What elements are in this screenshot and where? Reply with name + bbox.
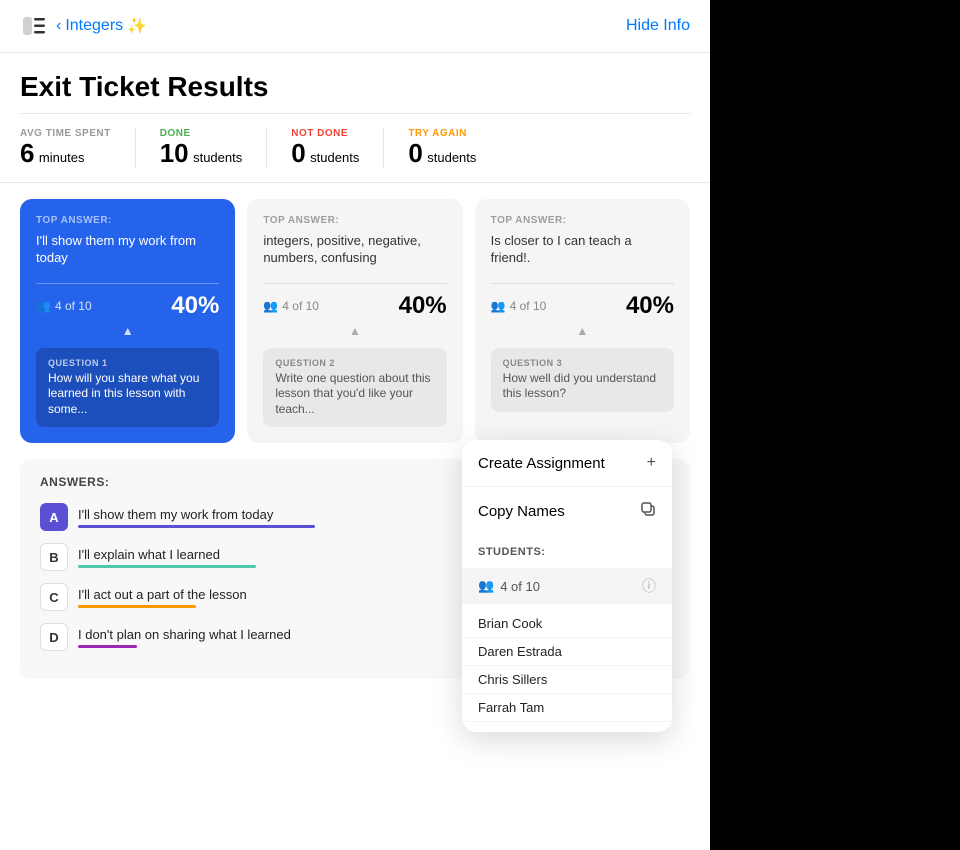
answer-a-bar bbox=[78, 525, 315, 528]
hide-info-button[interactable]: Hide Info bbox=[626, 17, 690, 35]
card1-percent: 40% bbox=[171, 292, 219, 320]
students-info-icon[interactable]: ⓘ bbox=[642, 576, 656, 596]
student-3-name: Chris Sillers bbox=[462, 666, 672, 694]
card2-divider bbox=[263, 283, 446, 284]
answer-b-label: I'll explain what I learned bbox=[78, 547, 220, 562]
stat-done: DONE 10 students bbox=[160, 128, 268, 168]
student-4-name: Farrah Tam bbox=[462, 694, 672, 722]
copy-names-item[interactable]: Copy Names bbox=[462, 487, 672, 536]
answer-d-bar bbox=[78, 645, 137, 648]
card3-footer: 👥 4 of 10 40% bbox=[491, 292, 674, 320]
card1-answer-text: I'll show them my work from today bbox=[36, 232, 219, 267]
answer-b-bar bbox=[78, 565, 256, 568]
nav-left: ‹ Integers ✨ bbox=[20, 12, 147, 40]
answer-letter-b: B bbox=[40, 543, 68, 571]
card2-top-answer-label: TOP ANSWER: bbox=[263, 215, 446, 226]
people-icon-3: 👥 bbox=[491, 299, 506, 313]
card1-question-bottom: QUESTION 1 How will you share what you l… bbox=[36, 348, 219, 428]
card2-student-count: 👥 4 of 10 bbox=[263, 299, 319, 313]
card3-caret: ▲ bbox=[491, 324, 674, 338]
stats-row: AVG TIME SPENT 6 minutes DONE 10 student… bbox=[0, 114, 710, 183]
students-section: STUDENTS: 👥 4 of 10 ⓘ Brian Cook Daren E… bbox=[462, 536, 672, 732]
card3-question-label: QUESTION 3 bbox=[503, 358, 662, 368]
student-1-name: Brian Cook bbox=[462, 610, 672, 638]
answer-c-label: I'll act out a part of the lesson bbox=[78, 587, 247, 602]
card1-divider bbox=[36, 283, 219, 284]
card3-question-bottom: QUESTION 3 How well did you understand t… bbox=[491, 348, 674, 412]
top-nav: ‹ Integers ✨ Hide Info bbox=[0, 0, 710, 53]
answer-c-bar bbox=[78, 605, 196, 608]
stat-avg-time: AVG TIME SPENT 6 minutes bbox=[20, 128, 136, 168]
back-link[interactable]: ‹ Integers ✨ bbox=[56, 16, 147, 36]
card1-footer: 👥 4 of 10 40% bbox=[36, 292, 219, 320]
students-people-icon: 👥 bbox=[478, 578, 494, 594]
card2-question-label: QUESTION 2 bbox=[275, 358, 434, 368]
card2-question-bottom: QUESTION 2 Write one question about this… bbox=[263, 348, 446, 428]
answer-d-label: I don't plan on sharing what I learned bbox=[78, 627, 291, 642]
card1-top-answer-label: TOP ANSWER: bbox=[36, 215, 219, 226]
card2-question-text: Write one question about this lesson tha… bbox=[275, 371, 434, 418]
answer-a-label: I'll show them my work from today bbox=[78, 507, 273, 522]
card3-percent: 40% bbox=[626, 292, 674, 320]
students-header: STUDENTS: bbox=[462, 536, 672, 568]
card2-answer-text: integers, positive, negative, numbers, c… bbox=[263, 232, 446, 267]
copy-names-icon bbox=[640, 501, 656, 522]
page-title: Exit Ticket Results bbox=[0, 53, 710, 113]
student-2-name: Daren Estrada bbox=[462, 638, 672, 666]
back-chevron-icon: ‹ bbox=[56, 17, 61, 35]
card1-student-count: 👥 4 of 10 bbox=[36, 299, 92, 313]
stat-avg-time-value: 6 minutes bbox=[20, 139, 111, 168]
sidebar-toggle-icon[interactable] bbox=[20, 12, 48, 40]
people-icon-2: 👥 bbox=[263, 299, 278, 313]
people-icon-1: 👥 bbox=[36, 299, 51, 313]
stat-not-done: NOT DONE 0 students bbox=[291, 128, 384, 168]
students-count-value: 4 of 10 bbox=[500, 579, 540, 594]
create-assignment-label: Create Assignment bbox=[478, 455, 605, 472]
card1-question-text: How will you share what you learned in t… bbox=[48, 371, 207, 418]
question-card-2[interactable]: TOP ANSWER: integers, positive, negative… bbox=[247, 199, 462, 444]
answer-letter-a: A bbox=[40, 503, 68, 531]
question-cards-row: TOP ANSWER: I'll show them my work from … bbox=[0, 183, 710, 444]
question-card-1[interactable]: TOP ANSWER: I'll show them my work from … bbox=[20, 199, 235, 444]
card3-student-count: 👥 4 of 10 bbox=[491, 299, 547, 313]
card3-top-answer-label: TOP ANSWER: bbox=[491, 215, 674, 226]
students-count-row: 👥 4 of 10 ⓘ bbox=[462, 568, 672, 604]
students-count-text: 👥 4 of 10 bbox=[478, 578, 540, 594]
stat-notdone-value: 0 students bbox=[291, 139, 359, 168]
card2-caret: ▲ bbox=[263, 324, 446, 338]
card3-answer-text: Is closer to I can teach a friend!. bbox=[491, 232, 674, 267]
copy-names-label: Copy Names bbox=[478, 503, 565, 520]
card3-question-text: How well did you understand this lesson? bbox=[503, 371, 662, 402]
sparkle-icon: ✨ bbox=[127, 16, 147, 36]
answer-letter-c: C bbox=[40, 583, 68, 611]
stat-done-value: 10 students bbox=[160, 139, 243, 168]
stat-tryagain-value: 0 students bbox=[408, 139, 476, 168]
card2-percent: 40% bbox=[399, 292, 447, 320]
stat-try-again: TRY AGAIN 0 students bbox=[408, 128, 500, 168]
create-assignment-icon: + bbox=[647, 454, 656, 472]
popup-menu: Create Assignment + Copy Names STUDENTS:… bbox=[462, 440, 672, 732]
answer-letter-d: D bbox=[40, 623, 68, 651]
card1-question-label: QUESTION 1 bbox=[48, 358, 207, 368]
card1-caret: ▲ bbox=[36, 324, 219, 338]
back-label: Integers bbox=[65, 17, 123, 35]
question-card-3[interactable]: TOP ANSWER: Is closer to I can teach a f… bbox=[475, 199, 690, 444]
card3-divider bbox=[491, 283, 674, 284]
create-assignment-item[interactable]: Create Assignment + bbox=[462, 440, 672, 487]
card2-footer: 👥 4 of 10 40% bbox=[263, 292, 446, 320]
